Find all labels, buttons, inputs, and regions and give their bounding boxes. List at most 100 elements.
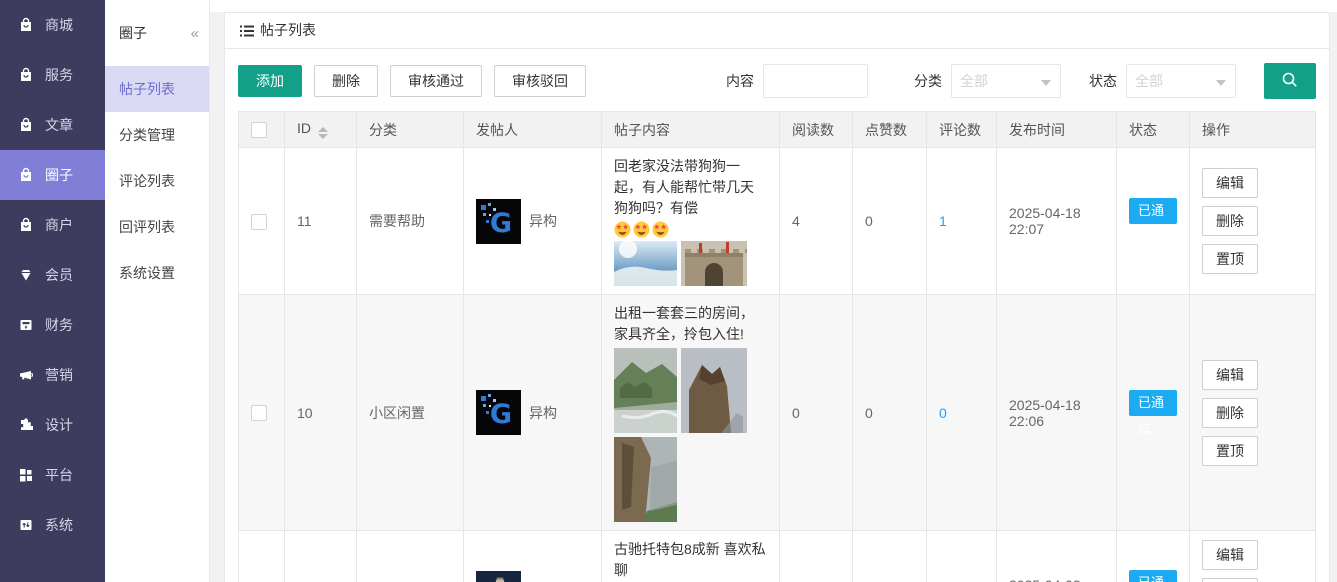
- category-filter-label: 分类: [914, 71, 942, 91]
- post-content-text: 回老家没法带狗狗一起，有人能帮忙带几天狗狗吗？有偿: [614, 156, 767, 219]
- avatar: [476, 571, 521, 582]
- cell-category: 小区闲置: [357, 295, 464, 531]
- submenu-item-comment-list[interactable]: 评论列表: [105, 158, 209, 204]
- main-content: 帖子列表 添加 删除 审核通过 审核驳回 内容 分类 全部: [210, 0, 1337, 582]
- table-row: 9 小区闲置 阿祥 古驰托特包8成新 喜欢私聊: [239, 531, 1316, 582]
- content-filter-label: 内容: [726, 71, 754, 91]
- cell-time: 2025-04-02 22:04: [997, 531, 1117, 582]
- submenu-item-category-manage[interactable]: 分类管理: [105, 112, 209, 158]
- svg-text:G: G: [490, 399, 512, 430]
- mall-icon: [18, 17, 34, 33]
- table-row: 11 需要帮助 G 异构 回老家没法带狗狗一起，有人能帮忙带几天狗狗吗？有偿: [239, 148, 1316, 295]
- row-checkbox[interactable]: [251, 405, 267, 421]
- search-icon: [1281, 71, 1299, 92]
- edit-button[interactable]: 编辑: [1202, 540, 1258, 570]
- sidebar-item-platform[interactable]: 平台: [0, 450, 105, 500]
- post-image: [681, 348, 747, 433]
- submenu-item-reply-list[interactable]: 回评列表: [105, 204, 209, 250]
- sort-icon[interactable]: [318, 127, 328, 139]
- sidebar-item-label: 商户: [45, 215, 73, 235]
- cell-reads: 0: [780, 295, 853, 531]
- post-image: [614, 348, 677, 433]
- system-icon: [18, 517, 34, 533]
- cell-reads: 4: [780, 148, 853, 295]
- status-badge: 已通过: [1129, 198, 1177, 224]
- post-content-text: 古驰托特包8成新 喜欢私聊: [614, 539, 767, 581]
- sidebar-item-articles[interactable]: 文章: [0, 100, 105, 150]
- list-icon: [240, 24, 254, 38]
- delete-row-button[interactable]: 删除: [1202, 398, 1258, 428]
- column-comments: 评论数: [927, 112, 997, 148]
- cell-category: 小区闲置: [357, 531, 464, 582]
- column-reads: 阅读数: [780, 112, 853, 148]
- search-button[interactable]: [1264, 63, 1316, 99]
- category-filter-select[interactable]: 全部: [951, 64, 1061, 98]
- cell-time: 2025-04-18 22:06: [997, 295, 1117, 531]
- cell-likes: 0: [853, 295, 927, 531]
- content-filter-input[interactable]: [763, 64, 868, 98]
- delete-button[interactable]: 删除: [314, 65, 378, 97]
- svg-text:G: G: [490, 208, 512, 239]
- approve-button[interactable]: 审核通过: [390, 65, 482, 97]
- sidebar-item-finance[interactable]: 财务: [0, 300, 105, 350]
- reject-button[interactable]: 审核驳回: [494, 65, 586, 97]
- circles-icon: [18, 167, 34, 183]
- sidebar-item-label: 财务: [45, 315, 73, 335]
- app-window: 商城 服务 文章 圈子 商户 会员 财务 营销: [0, 0, 1337, 582]
- status-badge: 已通过: [1129, 570, 1177, 582]
- pin-top-button[interactable]: 置顶: [1202, 436, 1258, 466]
- sidebar-item-label: 营销: [45, 365, 73, 385]
- platform-icon: [18, 467, 34, 483]
- comments-count-link[interactable]: 1: [939, 213, 947, 229]
- sidebar-item-circles[interactable]: 圈子: [0, 150, 105, 200]
- row-checkbox[interactable]: [251, 214, 267, 230]
- sidebar-item-member[interactable]: 会员: [0, 250, 105, 300]
- chevron-down-icon: [1216, 80, 1226, 86]
- sidebar-item-label: 服务: [45, 65, 73, 85]
- post-image: [614, 241, 677, 286]
- sidebar-item-services[interactable]: 服务: [0, 50, 105, 100]
- content-card: 帖子列表 添加 删除 审核通过 审核驳回 内容 分类 全部: [224, 12, 1330, 582]
- secondary-sidebar: 圈子 « 帖子列表 分类管理 评论列表 回评列表 系统设置: [105, 0, 210, 582]
- star-struck-emoji-row: [614, 221, 767, 238]
- column-content: 帖子内容: [602, 112, 780, 148]
- sidebar-item-system[interactable]: 系统: [0, 500, 105, 550]
- submenu-item-post-list[interactable]: 帖子列表: [105, 66, 209, 112]
- poster-name: 异构: [529, 211, 557, 231]
- edit-button[interactable]: 编辑: [1202, 360, 1258, 390]
- table-header-row: ID 分类 发帖人 帖子内容 阅读数 点赞数 评论数 发布时间 状态 操作: [239, 112, 1316, 148]
- collapse-sidebar-icon[interactable]: «: [191, 25, 199, 42]
- status-badge: 已通过: [1129, 390, 1177, 416]
- design-icon: [18, 417, 34, 433]
- pin-top-button[interactable]: 置顶: [1202, 244, 1258, 274]
- select-all-checkbox[interactable]: [251, 122, 267, 138]
- column-likes: 点赞数: [853, 112, 927, 148]
- category-filter-value: 全部: [960, 71, 988, 91]
- column-time: 发布时间: [997, 112, 1117, 148]
- cell-id: 9: [285, 531, 357, 582]
- delete-row-button[interactable]: 删除: [1202, 578, 1258, 582]
- chevron-down-icon: [1041, 80, 1051, 86]
- posts-table: ID 分类 发帖人 帖子内容 阅读数 点赞数 评论数 发布时间 状态 操作: [238, 111, 1316, 582]
- cell-time: 2025-04-18 22:07: [997, 148, 1117, 295]
- status-filter-select[interactable]: 全部: [1126, 64, 1236, 98]
- submenu-title: 圈子: [119, 23, 191, 43]
- cell-id: 11: [285, 148, 357, 295]
- column-ops: 操作: [1190, 112, 1316, 148]
- avatar: G: [476, 199, 521, 244]
- sidebar-item-mall[interactable]: 商城: [0, 0, 105, 50]
- cell-likes: 0: [853, 531, 927, 582]
- sidebar-item-label: 系统: [45, 515, 73, 535]
- sidebar-item-marketing[interactable]: 营销: [0, 350, 105, 400]
- post-image: [614, 437, 677, 522]
- edit-button[interactable]: 编辑: [1202, 168, 1258, 198]
- post-content-text: 出租一套套三的房间，家具齐全，拎包入住!: [614, 303, 767, 345]
- submenu-item-system-settings[interactable]: 系统设置: [105, 250, 209, 296]
- sidebar-item-merchant[interactable]: 商户: [0, 200, 105, 250]
- comments-count-link[interactable]: 0: [939, 405, 947, 421]
- table-row: 10 小区闲置 G 异构 出租一套套三的房间，家具齐全，拎包入住!: [239, 295, 1316, 531]
- sidebar-item-design[interactable]: 设计: [0, 400, 105, 450]
- articles-icon: [18, 117, 34, 133]
- delete-row-button[interactable]: 删除: [1202, 206, 1258, 236]
- add-button[interactable]: 添加: [238, 65, 302, 97]
